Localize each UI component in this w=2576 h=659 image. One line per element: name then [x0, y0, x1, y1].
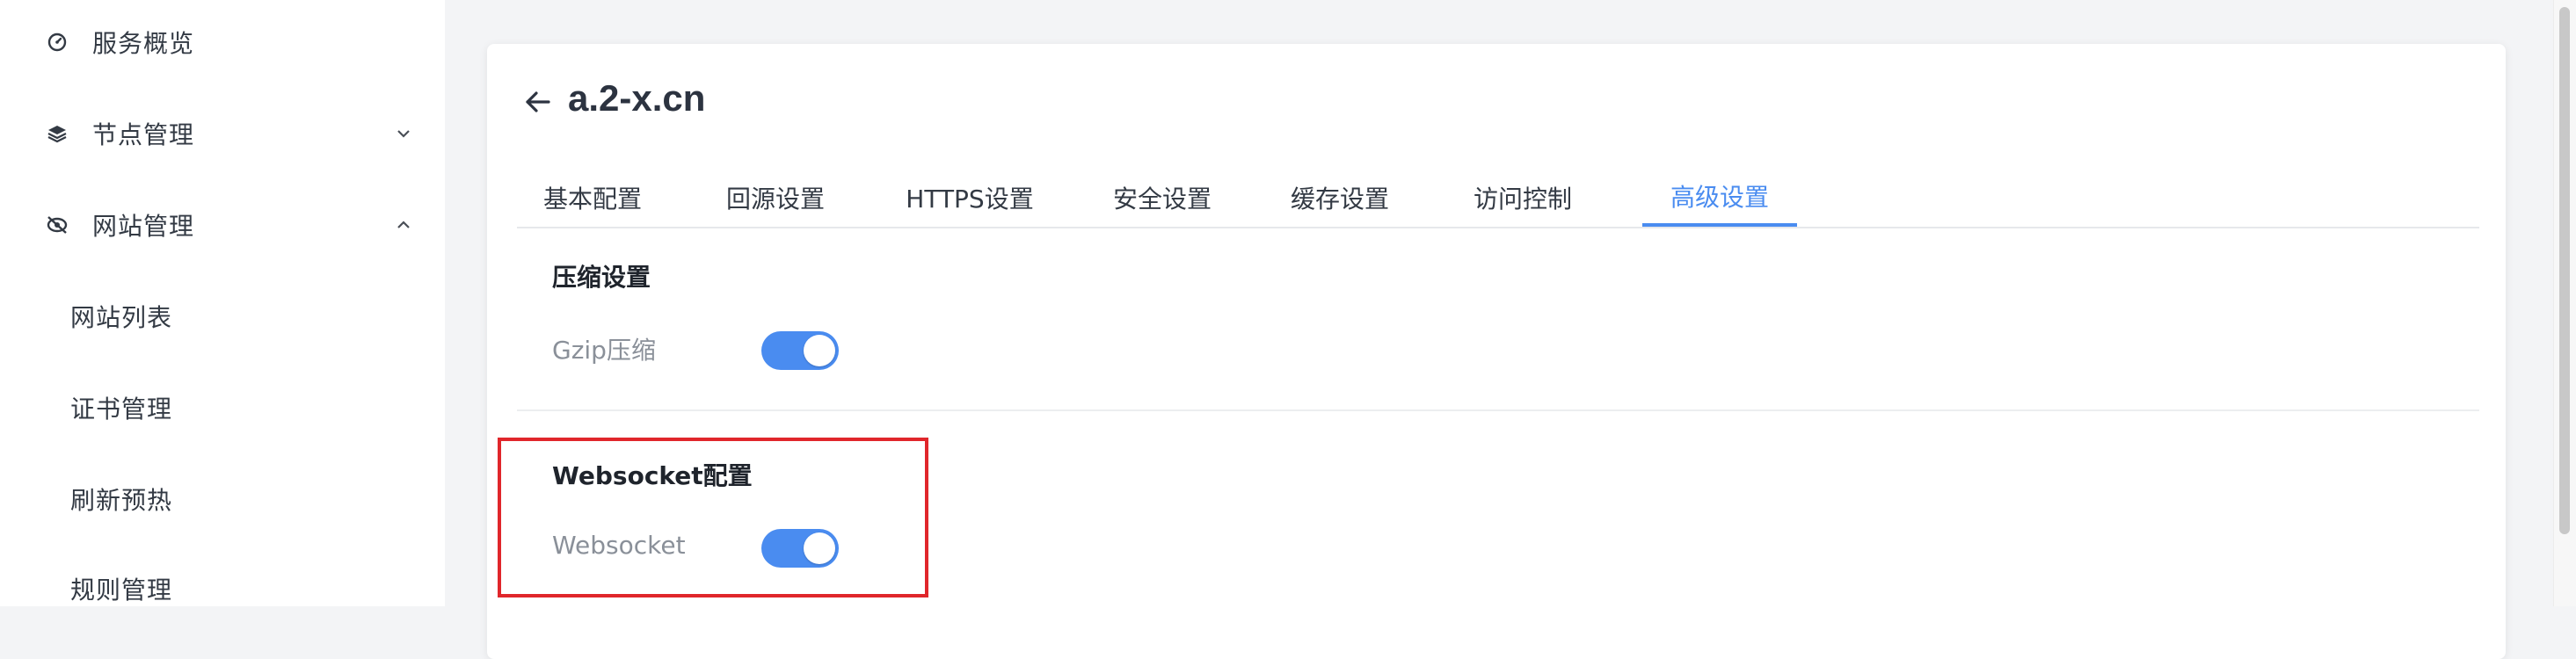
sidebar-item-label: 规则管理	[70, 576, 173, 605]
sidebar-item-label: 服务概览	[92, 29, 195, 58]
sidebar-item-service-overview[interactable]: 服务概览	[0, 7, 445, 77]
gzip-label: Gzip压缩	[552, 336, 656, 365]
sidebar-item-label: 刷新预热	[70, 486, 173, 515]
layers-icon	[46, 122, 69, 145]
websocket-section-title: Websocket配置	[552, 461, 753, 490]
sidebar-item-refresh-preheat[interactable]: 刷新预热	[0, 464, 445, 534]
tab-advanced-settings[interactable]: 高级设置	[1642, 169, 1797, 227]
section-divider	[517, 409, 2479, 411]
tab-basic-config[interactable]: 基本配置	[517, 169, 668, 227]
toggle-knob	[804, 532, 835, 564]
sidebar-item-label: 网站列表	[70, 303, 173, 332]
sidebar-item-certificate-management[interactable]: 证书管理	[0, 373, 445, 443]
tab-origin-settings[interactable]: 回源设置	[700, 169, 851, 227]
sidebar-item-label: 节点管理	[92, 120, 195, 149]
eye-slash-icon	[46, 214, 69, 236]
scrollbar-thumb[interactable]	[2559, 7, 2570, 534]
sidebar-item-rule-management[interactable]: 规则管理	[0, 554, 445, 624]
sidebar-item-site-management[interactable]: 网站管理	[0, 190, 445, 260]
gzip-toggle[interactable]	[761, 331, 839, 370]
page-title: a.2-x.cn	[568, 77, 706, 119]
tab-access-control[interactable]: 访问控制	[1452, 169, 1593, 227]
tab-security-settings[interactable]: 安全设置	[1092, 169, 1233, 227]
sidebar-item-node-management[interactable]: 节点管理	[0, 98, 445, 169]
tab-bar: 基本配置 回源设置 HTTPS设置 安全设置 缓存设置 访问控制 高级设置	[517, 169, 2479, 228]
back-arrow-icon[interactable]	[522, 86, 554, 118]
tab-https-settings[interactable]: HTTPS设置	[884, 169, 1055, 227]
sidebar-item-label: 网站管理	[92, 212, 195, 241]
websocket-label: Websocket	[552, 531, 686, 560]
toggle-knob	[804, 335, 835, 366]
tab-cache-settings[interactable]: 缓存设置	[1270, 169, 1410, 227]
sidebar-item-label: 证书管理	[70, 395, 173, 424]
dashboard-icon	[46, 31, 69, 54]
chevron-down-icon[interactable]	[392, 122, 415, 145]
scrollbar[interactable]	[2553, 0, 2576, 606]
sidebar: 服务概览 节点管理 网站管理 网站列表 证书管理 刷新预热 规则管理	[0, 0, 445, 606]
websocket-toggle[interactable]	[761, 529, 839, 568]
sidebar-item-site-list[interactable]: 网站列表	[0, 281, 445, 351]
chevron-up-icon[interactable]	[392, 214, 415, 236]
compression-section-title: 压缩设置	[552, 263, 651, 292]
